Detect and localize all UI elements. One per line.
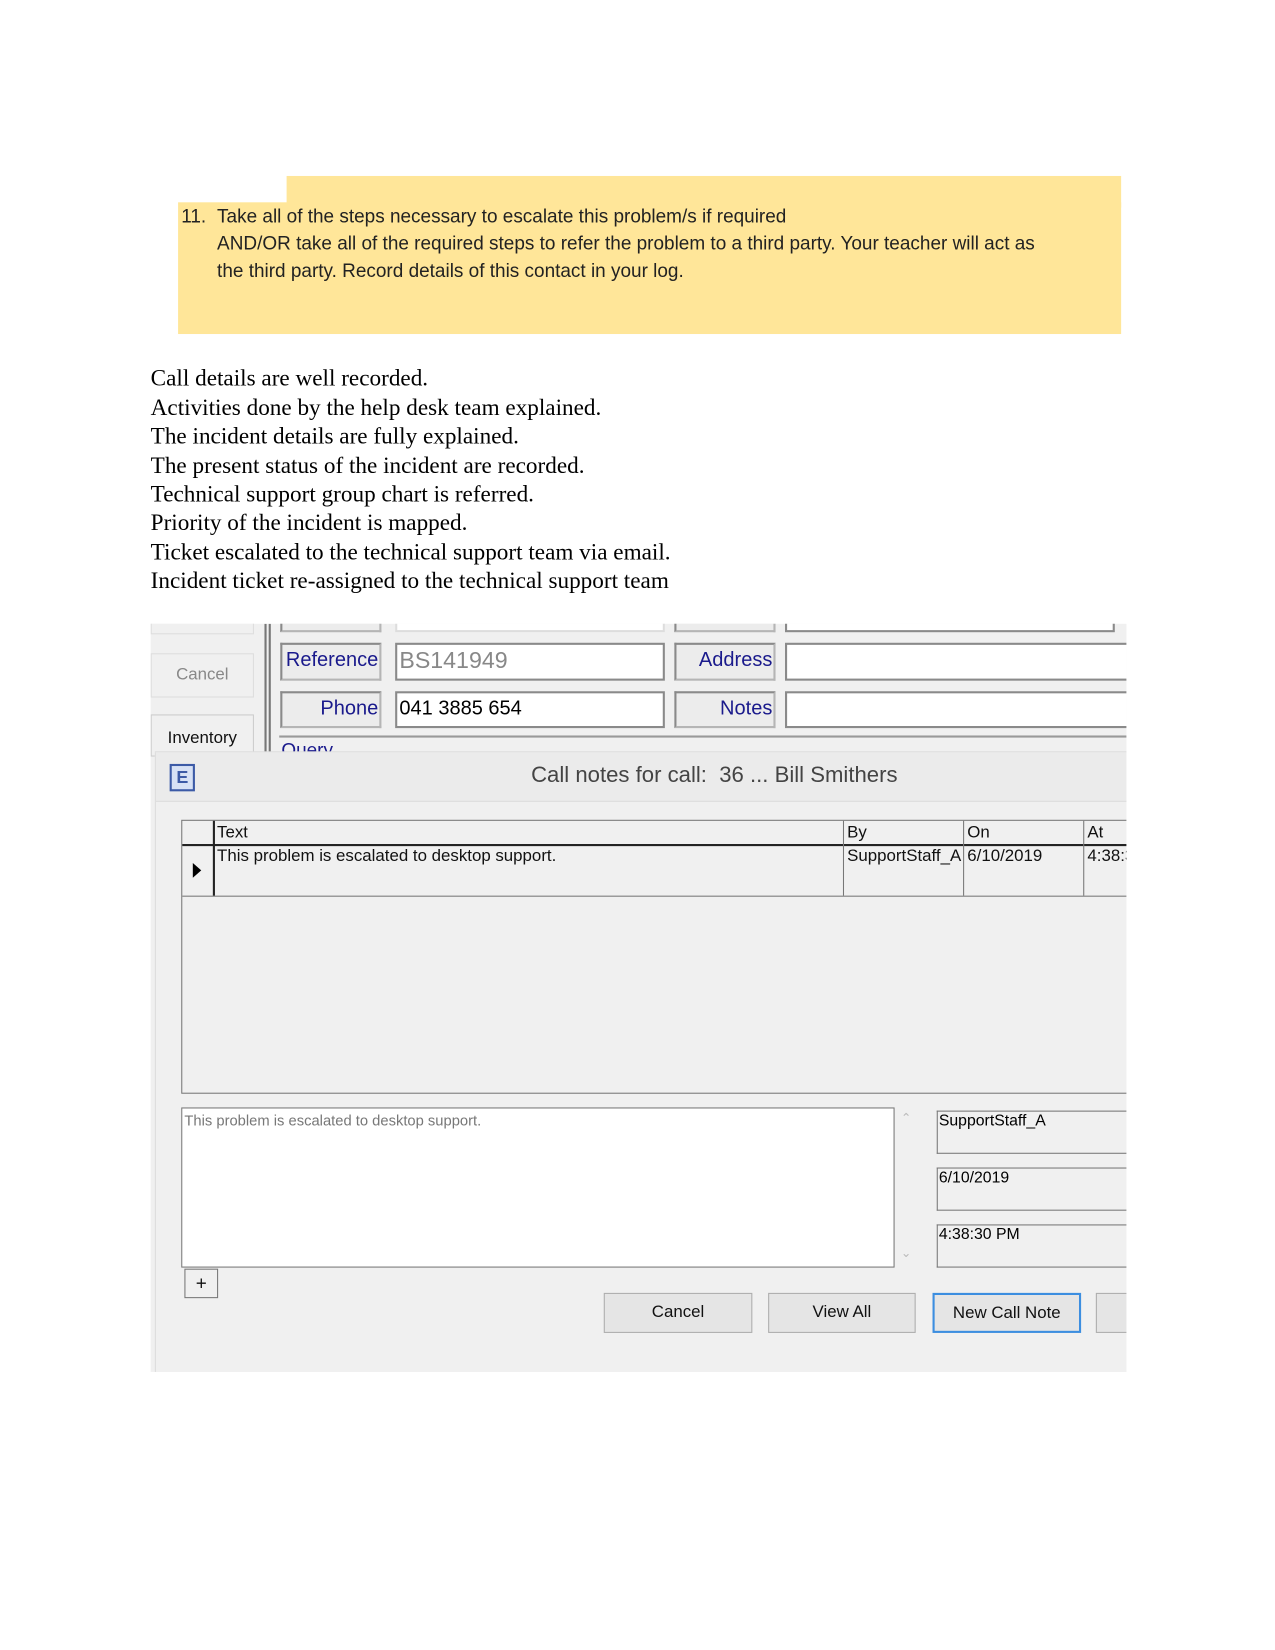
partial-button[interactable]: [1095, 1292, 1127, 1333]
dialog-title: Call notes for call: 36 ... Bill Smither…: [531, 762, 898, 788]
task-number: 11.: [181, 205, 207, 227]
top-left-button-edge[interactable]: [150, 623, 254, 635]
row-text-cell[interactable]: This problem is escalated to desktop sup…: [215, 847, 843, 866]
notes-label: Notes: [674, 691, 776, 729]
at-field[interactable]: 4:38:30 PM: [936, 1224, 1127, 1268]
answer-line: Activities done by the help desk team ex…: [150, 394, 602, 421]
column-header-on[interactable]: On: [965, 824, 989, 843]
call-notes-grid[interactable]: Text By On At This problem is escalated …: [181, 819, 1127, 1094]
row-bottom-border: [182, 895, 1127, 897]
header-row-border: [182, 844, 1127, 847]
app-e-icon: E: [169, 763, 195, 792]
task-line: the third party. Record details of this …: [217, 260, 684, 282]
reference-input[interactable]: BS141949: [395, 642, 665, 681]
cancel-side-button[interactable]: Cancel: [150, 653, 254, 698]
on-field[interactable]: 6/10/2019: [936, 1167, 1127, 1211]
top-input-edge[interactable]: [785, 623, 1115, 633]
address-input[interactable]: [785, 642, 1127, 681]
phone-input[interactable]: 041 3885 654: [395, 691, 665, 729]
cancel-button[interactable]: Cancel: [603, 1292, 753, 1333]
notes-input[interactable]: [785, 691, 1127, 729]
query-separator: [279, 735, 1127, 738]
answer-line: Technical support group chart is referre…: [150, 480, 534, 507]
add-note-button[interactable]: +: [184, 1268, 219, 1299]
column-header-by[interactable]: By: [845, 824, 867, 843]
column-header-text[interactable]: Text: [215, 824, 248, 843]
row-selector-arrow-icon[interactable]: [192, 862, 202, 878]
app-screenshot: Cancel Inventory Reference BS141949 Addr…: [150, 623, 1127, 1372]
answer-line: Ticket escalated to the technical suppor…: [150, 538, 671, 565]
top-label-edge: [280, 623, 382, 633]
divider: [264, 623, 271, 753]
view-all-button[interactable]: View All: [768, 1292, 916, 1333]
column-header-at[interactable]: At: [1085, 824, 1103, 843]
task-line: Take all of the steps necessary to escal…: [217, 205, 787, 227]
scroll-down-icon[interactable]: ⌄: [901, 1245, 912, 1260]
top-input-edge[interactable]: [395, 623, 665, 633]
row-by-cell[interactable]: SupportStaff_A: [845, 847, 963, 866]
answer-line: The incident details are fully explained…: [150, 422, 519, 449]
new-call-note-button[interactable]: New Call Note: [932, 1292, 1082, 1333]
call-notes-dialog: E Call notes for call: 36 ... Bill Smith…: [154, 752, 1127, 1372]
reference-label: Reference: [280, 642, 382, 681]
col-border: [963, 820, 965, 896]
row-at-cell[interactable]: 4:38:30 PM: [1085, 847, 1126, 866]
answer-line: The present status of the incident are r…: [150, 452, 585, 479]
address-label: Address: [674, 642, 776, 681]
answer-line: Call details are well recorded.: [150, 364, 429, 391]
inventory-button[interactable]: Inventory: [150, 714, 254, 757]
answer-line: Priority of the incident is mapped.: [150, 508, 468, 536]
answer-line: Incident ticket re-assigned to the techn…: [150, 566, 669, 594]
task-text: Take all of the steps necessary to escal…: [217, 202, 1113, 284]
col-border: [842, 820, 845, 896]
phone-label: Phone: [280, 691, 382, 729]
top-label-edge: [674, 623, 776, 633]
note-textarea[interactable]: This problem is escalated to desktop sup…: [181, 1107, 895, 1268]
task-line: AND/OR take all of the required steps to…: [217, 232, 1035, 254]
row-on-cell[interactable]: 6/10/2019: [965, 847, 1083, 866]
by-field[interactable]: SupportStaff_A: [936, 1110, 1127, 1154]
col-border: [1083, 820, 1085, 896]
scroll-up-icon[interactable]: ⌃: [901, 1111, 912, 1126]
